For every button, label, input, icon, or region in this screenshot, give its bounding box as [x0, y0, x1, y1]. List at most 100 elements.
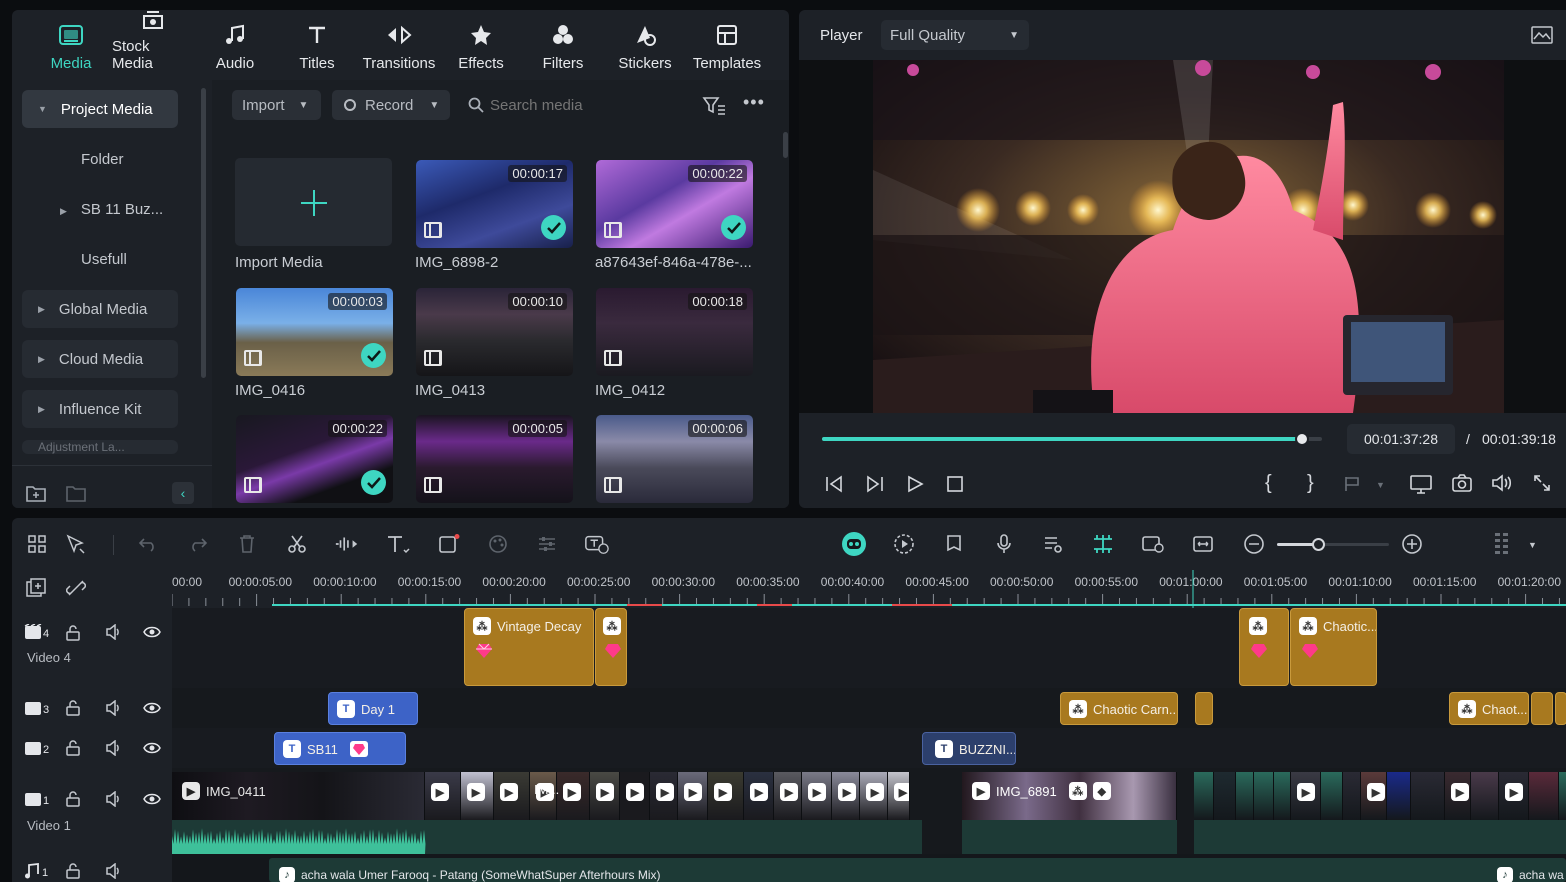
track-volume-icon[interactable] — [105, 791, 123, 807]
ai-copilot-icon[interactable] — [841, 531, 867, 557]
fit-timeline-icon[interactable] — [1190, 531, 1216, 557]
lock-icon[interactable] — [66, 740, 80, 756]
tab-filters[interactable]: Filters — [522, 10, 604, 80]
video-clip[interactable] — [1321, 772, 1343, 820]
effect-clip[interactable]: ⁂ — [595, 608, 627, 686]
video-clip-img6891[interactable]: ▶ IMG_6891 ⁂ ◆ — [962, 772, 1177, 854]
video-clip[interactable] — [1236, 772, 1254, 820]
adjust-sliders-icon[interactable] — [534, 531, 560, 557]
search-input[interactable] — [490, 92, 690, 118]
video-clip-group-1[interactable]: ▶ IMG_0411 ▶ ▶ ▶ ▶ ▶ ▶ ▶ ▶ ▶ ▶ ▶ ▶ ▶ ▶ ▶ ▶ IM... — [172, 772, 922, 854]
sidebar-item-cloud-media[interactable]: ▶ Cloud Media — [22, 340, 178, 378]
new-folder-icon[interactable] — [26, 484, 46, 502]
track-volume-icon[interactable] — [105, 624, 123, 640]
play-icon[interactable] — [906, 475, 924, 493]
auto-reframe-icon[interactable] — [1140, 531, 1166, 557]
video-clip[interactable]: ▶ — [802, 772, 832, 820]
camera-snapshot-icon[interactable] — [1452, 474, 1472, 492]
effect-clip[interactable] — [1195, 692, 1213, 725]
audio-mix-icon[interactable] — [1040, 531, 1066, 557]
video-clip[interactable] — [1529, 772, 1559, 820]
zoom-in-icon[interactable] — [1399, 531, 1425, 557]
tab-audio[interactable]: Audio — [194, 10, 276, 80]
video-clip[interactable] — [1387, 772, 1411, 820]
video-clip[interactable]: ▶ — [708, 772, 744, 820]
render-preview-icon[interactable] — [891, 531, 917, 557]
more-grip-icon[interactable] — [1489, 531, 1515, 557]
track-volume-icon[interactable] — [105, 740, 123, 756]
chevron-down-icon[interactable]: ▼ — [1376, 480, 1385, 490]
title-clip-sb11[interactable]: T SB11 — [274, 732, 406, 765]
effect-clip[interactable]: ⁂ — [1239, 608, 1289, 686]
sidebar-item-influence-kit[interactable]: ▶ Influence Kit — [22, 390, 178, 428]
record-dropdown[interactable]: Record ▼ — [332, 90, 450, 120]
timeline-tracks[interactable]: ⁂ Vintage Decay ⁂ ⁂ ⁂ Chaotic... T Day 1 ⁂ C… — [172, 608, 1566, 882]
display-monitor-icon[interactable] — [1410, 474, 1432, 494]
marker-flag-icon[interactable] — [1343, 475, 1361, 493]
tab-stickers[interactable]: Stickers — [604, 10, 686, 80]
visibility-eye-icon[interactable] — [143, 741, 161, 755]
media-thumbnail[interactable]: 00:00:22 — [236, 415, 393, 503]
video-clip[interactable]: ▶ — [557, 772, 590, 820]
fullscreen-icon[interactable] — [1533, 474, 1551, 492]
playhead-knob[interactable] — [1295, 432, 1310, 446]
video-clip[interactable]: ▶ — [494, 772, 530, 820]
previous-frame-icon[interactable] — [824, 475, 844, 493]
microphone-icon[interactable] — [991, 531, 1017, 557]
media-thumbnail[interactable]: 00:00:06 — [596, 415, 753, 503]
media-thumbnail[interactable]: 00:00:03 — [236, 288, 393, 376]
lock-icon[interactable] — [66, 625, 80, 641]
tab-transitions[interactable]: Transitions — [358, 10, 440, 80]
video-clip[interactable] — [1214, 772, 1236, 820]
layout-grid-icon[interactable] — [24, 531, 50, 557]
video-clip[interactable] — [1274, 772, 1291, 820]
tab-media[interactable]: Media — [30, 10, 112, 80]
marker-shield-icon[interactable] — [941, 531, 967, 557]
lock-icon[interactable] — [66, 863, 80, 879]
video-clip[interactable]: ▶ — [678, 772, 708, 820]
snap-magnet-icon[interactable] — [1090, 531, 1116, 557]
title-clip-buzzni[interactable]: T BUZZNI... — [922, 732, 1016, 765]
playback-progress-track[interactable] — [822, 432, 1322, 446]
track-volume-icon[interactable] — [105, 700, 123, 716]
chevron-down-icon[interactable]: ▼ — [1528, 540, 1537, 550]
next-frame-icon[interactable] — [865, 475, 885, 493]
media-thumbnail[interactable]: 00:00:05 — [416, 415, 573, 503]
sidebar-item-adjustment[interactable]: Adjustment La... — [22, 440, 178, 454]
content-scrollbar[interactable] — [783, 132, 788, 158]
video-clip[interactable]: ▶ — [461, 772, 494, 820]
effect-clip-chaotic-carn[interactable]: ⁂ Chaotic Carn... — [1060, 692, 1178, 725]
lock-icon[interactable] — [66, 791, 80, 807]
media-thumbnail[interactable]: 00:00:18 — [596, 288, 753, 376]
effect-clip-vintage-decay[interactable]: ⁂ Vintage Decay — [464, 608, 594, 686]
scissors-split-icon[interactable] — [284, 531, 310, 557]
sidebar-item-sb11[interactable]: ▶ SB 11 Buz... — [60, 201, 163, 218]
video-clip[interactable]: ▶ — [1499, 772, 1529, 820]
sidebar-item-project-media[interactable]: ▼ Project Media — [22, 90, 178, 128]
video-clip[interactable]: ▶ — [832, 772, 860, 820]
stop-icon[interactable] — [946, 475, 964, 493]
import-media-tile[interactable] — [235, 158, 392, 246]
zoom-slider[interactable] — [1277, 538, 1389, 551]
tab-stock-media[interactable]: Stock Media — [112, 10, 194, 80]
media-thumbnail[interactable]: 00:00:17 — [416, 160, 573, 248]
timeline-ruler[interactable]: 00:00 00:00:05:00 00:00:10:00 00:00:15:00 00… — [172, 570, 1566, 608]
delete-trash-icon[interactable] — [234, 531, 260, 557]
undo-icon[interactable] — [135, 531, 161, 557]
effect-clip[interactable] — [1531, 692, 1553, 725]
video-clip[interactable]: ▶ — [1291, 772, 1321, 820]
video-clip[interactable]: ▶ — [860, 772, 888, 820]
visibility-eye-icon[interactable] — [143, 792, 161, 806]
tab-titles[interactable]: Titles — [276, 10, 358, 80]
visibility-eye-icon[interactable] — [143, 701, 161, 715]
video-clip[interactable]: ▶ — [590, 772, 620, 820]
sidebar-item-folder[interactable]: Folder — [81, 151, 124, 168]
effect-clip-chaotic[interactable]: ⁂ Chaotic... — [1290, 608, 1377, 686]
more-options-icon[interactable]: ••• — [743, 93, 765, 111]
snapshot-chart-icon[interactable] — [1531, 26, 1553, 44]
visibility-eye-icon[interactable] — [143, 625, 161, 639]
volume-icon[interactable] — [1491, 474, 1513, 492]
lock-icon[interactable] — [66, 700, 80, 716]
video-clip[interactable]: ▶ — [744, 772, 774, 820]
speech-to-text-icon[interactable] — [584, 531, 610, 557]
